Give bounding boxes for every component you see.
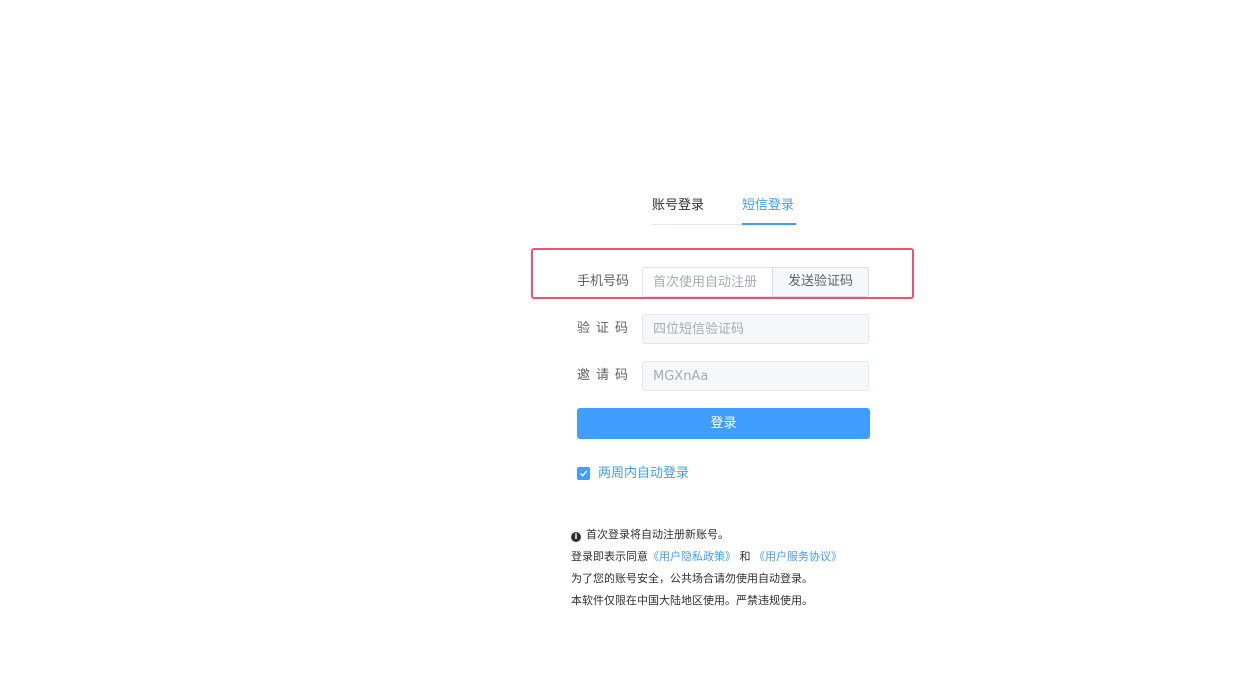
- service-agreement-link[interactable]: 《用户服务协议》: [754, 550, 842, 563]
- phone-input[interactable]: [642, 267, 773, 297]
- sms-code-input[interactable]: [642, 314, 869, 344]
- checkbox-checked-icon[interactable]: [577, 467, 590, 480]
- privacy-policy-link[interactable]: 《用户隐私政策》: [648, 550, 736, 563]
- login-notes: i 首次登录将自动注册新账号。 登录即表示同意《用户隐私政策》 和 《用户服务协议…: [571, 527, 842, 615]
- send-code-button[interactable]: 发送验证码: [772, 267, 869, 297]
- info-icon: i: [571, 532, 581, 542]
- code-label: 验证码: [577, 321, 635, 336]
- note-line-1: i 首次登录将自动注册新账号。: [571, 527, 842, 549]
- tab-account-login[interactable]: 账号登录: [652, 196, 704, 225]
- active-tab-indicator: [742, 223, 796, 225]
- note-line-3: 为了您的账号安全，公共场合请勿使用自动登录。: [571, 572, 813, 585]
- remember-login-label: 两周内自动登录: [598, 466, 690, 481]
- login-button[interactable]: 登录: [577, 408, 870, 439]
- note-line-4: 本软件仅限在中国大陆地区使用。严禁违规使用。: [571, 594, 813, 607]
- invite-code-input[interactable]: [642, 361, 869, 391]
- login-tabs: 账号登录 短信登录: [651, 196, 797, 226]
- invite-label: 邀请码: [577, 368, 635, 383]
- sms-login-page: 账号登录 短信登录 手机号码 发送验证码 验证码 邀请码 登录 两周内自动登录 …: [0, 0, 1254, 690]
- phone-label: 手机号码: [577, 274, 630, 289]
- note-line-2: 登录即表示同意《用户隐私政策》 和 《用户服务协议》: [571, 550, 842, 563]
- tab-sms-login[interactable]: 短信登录: [742, 196, 794, 225]
